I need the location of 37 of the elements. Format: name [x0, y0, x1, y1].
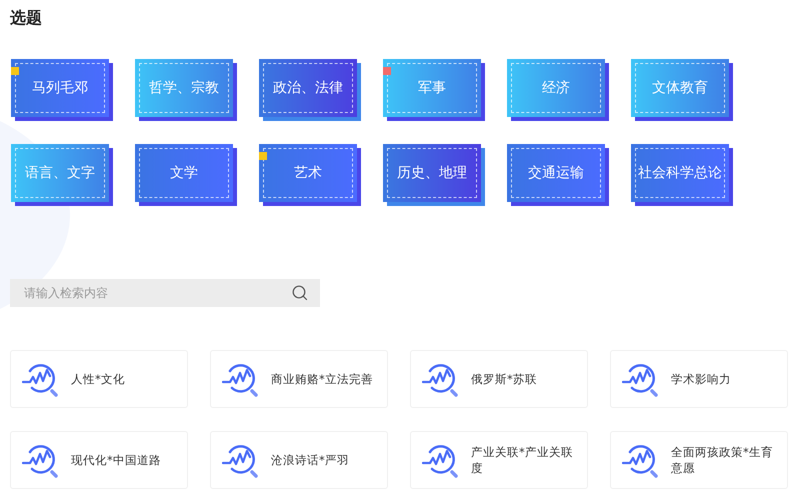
- result-title: 沧浪诗话*严羽: [271, 452, 349, 468]
- chart-search-icon: [422, 442, 461, 478]
- topic-tile[interactable]: 政治、法律: [259, 59, 357, 117]
- search-icon[interactable]: [292, 285, 308, 301]
- result-card[interactable]: 学术影响力: [610, 350, 788, 408]
- topic-tile[interactable]: 社会科学总论: [631, 144, 729, 202]
- result-title: 现代化*中国道路: [71, 452, 161, 468]
- topic-tile[interactable]: 文学: [135, 144, 233, 202]
- page-title: 选题: [10, 8, 43, 28]
- result-title: 学术影响力: [671, 371, 731, 387]
- topic-tile[interactable]: 经济: [507, 59, 605, 117]
- chart-search-icon: [222, 442, 261, 478]
- topic-tile[interactable]: 历史、地理: [383, 144, 481, 202]
- result-card[interactable]: 全面两孩政策*生育意愿: [610, 431, 788, 489]
- chart-search-icon: [622, 442, 661, 478]
- chart-search-icon: [22, 442, 61, 478]
- result-card[interactable]: 沧浪诗话*严羽: [210, 431, 388, 489]
- chart-search-icon: [22, 361, 61, 397]
- chart-search-icon: [622, 361, 661, 397]
- result-title: 商业贿赂*立法完善: [271, 371, 373, 387]
- result-card[interactable]: 人性*文化: [10, 350, 188, 408]
- chart-search-icon: [222, 361, 261, 397]
- topic-tile[interactable]: 文体教育: [631, 59, 729, 117]
- topic-tile[interactable]: 马列毛邓: [11, 59, 109, 117]
- topic-tile[interactable]: 艺术: [259, 144, 357, 202]
- result-title: 俄罗斯*苏联: [471, 371, 537, 387]
- result-card[interactable]: 商业贿赂*立法完善: [210, 350, 388, 408]
- chart-search-icon: [422, 361, 461, 397]
- topic-tile[interactable]: 交通运输: [507, 144, 605, 202]
- result-card[interactable]: 产业关联*产业关联度: [410, 431, 588, 489]
- result-card[interactable]: 现代化*中国道路: [10, 431, 188, 489]
- search-field[interactable]: 请输入检索内容: [10, 279, 320, 307]
- result-card[interactable]: 俄罗斯*苏联: [410, 350, 588, 408]
- result-title: 产业关联*产业关联度: [471, 444, 574, 476]
- result-title: 人性*文化: [71, 371, 125, 387]
- topic-tile[interactable]: 军事: [383, 59, 481, 117]
- result-title: 全面两孩政策*生育意愿: [671, 444, 774, 476]
